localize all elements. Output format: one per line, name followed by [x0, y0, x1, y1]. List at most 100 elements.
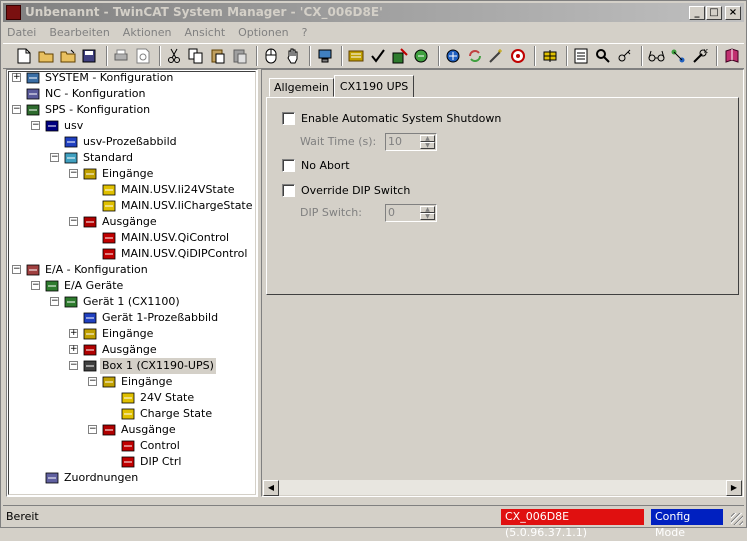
toolbar: IO: [3, 43, 744, 69]
nc-icon: [25, 87, 41, 101]
menu-datei[interactable]: Datei: [7, 26, 36, 39]
toolbar-separator: [159, 46, 162, 66]
maximize-button[interactable]: □: [706, 6, 722, 20]
override-dip-row: Override DIP Switch: [282, 182, 410, 198]
menu-aktionen[interactable]: Aktionen: [123, 26, 172, 39]
scroll-right-arrow-icon[interactable]: ▶: [726, 480, 742, 496]
outputs-icon: [82, 343, 98, 357]
cut-icon[interactable]: [165, 46, 184, 66]
dip-switch-label: DIP Switch:: [300, 206, 362, 219]
menu-optionen[interactable]: Optionen: [238, 26, 288, 39]
tree-node-label: Charge State: [140, 407, 213, 420]
tree-node-label: MAIN.USV.Ii24VState: [121, 183, 235, 196]
toolbar-separator: [641, 46, 644, 66]
collapse-icon[interactable]: −: [69, 361, 78, 370]
collapse-icon[interactable]: −: [69, 169, 78, 178]
tab-cx1190-ups[interactable]: CX1190 UPS: [333, 75, 415, 97]
collapse-icon[interactable]: −: [50, 297, 59, 306]
collapse-icon[interactable]: −: [12, 265, 21, 274]
scroll-left-arrow-icon[interactable]: ◀: [263, 480, 279, 496]
app-window: Unbenannt - TwinCAT System Manager - 'CX…: [0, 0, 747, 539]
device-icon: [63, 295, 79, 309]
new-file-icon[interactable]: [15, 46, 34, 66]
tree-node-label: Zuordnungen: [64, 471, 139, 484]
help-book-icon[interactable]: [722, 46, 741, 66]
process-image-icon: [82, 311, 98, 325]
dip-switch-up-arrow-icon[interactable]: ▲: [420, 206, 435, 213]
output-var-icon: [101, 247, 117, 261]
print-icon[interactable]: [112, 46, 131, 66]
tree-node-label: 24V State: [140, 391, 195, 404]
outputs-icon: [82, 215, 98, 229]
open-folder-icon[interactable]: [37, 46, 56, 66]
menu-bearbeiten[interactable]: Bearbeiten: [49, 26, 109, 39]
hand-icon[interactable]: [284, 46, 303, 66]
check-icon[interactable]: [369, 46, 388, 66]
input-var-icon: [120, 391, 136, 405]
input-var-icon: [101, 199, 117, 213]
document-icon[interactable]: [572, 46, 591, 66]
expand-icon[interactable]: +: [69, 345, 78, 354]
resize-grip-icon[interactable]: [731, 513, 743, 525]
no-abort-checkbox[interactable]: [282, 158, 295, 172]
copy-icon[interactable]: [187, 46, 206, 66]
toolbar-separator: [437, 46, 440, 66]
enable-shutdown-checkbox[interactable]: [282, 111, 295, 125]
io-devices-icon: [44, 279, 60, 293]
collapse-icon[interactable]: −: [69, 217, 78, 226]
tree-view[interactable]: + SYSTEM - Konfiguration NC - Konfiguratio…: [6, 69, 258, 497]
paste-special-icon[interactable]: [230, 46, 249, 66]
collapse-icon[interactable]: −: [12, 105, 21, 114]
enable-shutdown-label: Enable Automatic System Shutdown: [301, 111, 502, 125]
magic-wand-icon[interactable]: [487, 46, 506, 66]
app-icon: [6, 5, 21, 20]
mouse-icon[interactable]: [262, 46, 281, 66]
key-icon[interactable]: [616, 46, 635, 66]
tree-node-label: Eingänge: [121, 375, 173, 388]
minimize-button[interactable]: _: [689, 6, 705, 20]
wait-time-label: Wait Time (s):: [300, 135, 377, 148]
paste-icon[interactable]: [209, 46, 228, 66]
open-folder-2-icon[interactable]: [58, 46, 77, 66]
generate-mappings-icon[interactable]: [347, 46, 366, 66]
wait-time-spinner[interactable]: 10 ▲ ▼: [385, 133, 437, 151]
tab-allgemein[interactable]: Allgemein: [269, 78, 334, 97]
collapse-icon[interactable]: −: [88, 425, 97, 434]
search-icon[interactable]: [594, 46, 613, 66]
print-preview-icon[interactable]: [133, 46, 152, 66]
scan-devices-icon[interactable]: [444, 46, 463, 66]
menu-ansicht[interactable]: Ansicht: [185, 26, 226, 39]
collapse-icon[interactable]: −: [31, 121, 40, 130]
target-system-icon[interactable]: [315, 46, 334, 66]
diagnostic-icon[interactable]: IO: [691, 46, 710, 66]
wait-time-down-arrow-icon[interactable]: ▼: [420, 142, 435, 149]
restart-icon[interactable]: [412, 46, 431, 66]
collapse-icon[interactable]: −: [50, 153, 59, 162]
box-icon: [82, 359, 98, 373]
override-dip-checkbox[interactable]: [282, 183, 295, 197]
tab-strip: Allgemein CX1190 UPS: [269, 75, 415, 98]
tree-node-label: MAIN.USV.IiChargeState: [121, 199, 253, 212]
task-icon: [63, 151, 79, 165]
collapse-icon[interactable]: −: [88, 377, 97, 386]
detail-pane: Allgemein CX1190 UPS Enable Automatic Sy…: [261, 69, 744, 497]
inputs-icon: [82, 167, 98, 181]
dip-switch-spinner[interactable]: 0 ▲ ▼: [385, 204, 437, 222]
refresh-icon[interactable]: [465, 46, 484, 66]
expand-icon[interactable]: +: [69, 329, 78, 338]
collapse-icon[interactable]: −: [31, 281, 40, 290]
activate-config-icon[interactable]: [390, 46, 409, 66]
wait-time-up-arrow-icon[interactable]: ▲: [420, 135, 435, 142]
freerun-icon[interactable]: [509, 46, 528, 66]
glasses-icon[interactable]: [647, 46, 666, 66]
tree-node-label: Control: [140, 439, 180, 452]
title-bar[interactable]: Unbenannt - TwinCAT System Manager - 'CX…: [3, 3, 744, 22]
save-icon[interactable]: [80, 46, 99, 66]
horizontal-scrollbar[interactable]: ◀ ▶: [263, 479, 742, 496]
expand-icon[interactable]: +: [12, 73, 21, 82]
close-button[interactable]: ×: [725, 6, 741, 20]
menu-help[interactable]: ?: [302, 26, 308, 39]
dip-switch-down-arrow-icon[interactable]: ▼: [420, 213, 435, 220]
add-device-icon[interactable]: [540, 46, 559, 66]
network-icon[interactable]: [669, 46, 688, 66]
